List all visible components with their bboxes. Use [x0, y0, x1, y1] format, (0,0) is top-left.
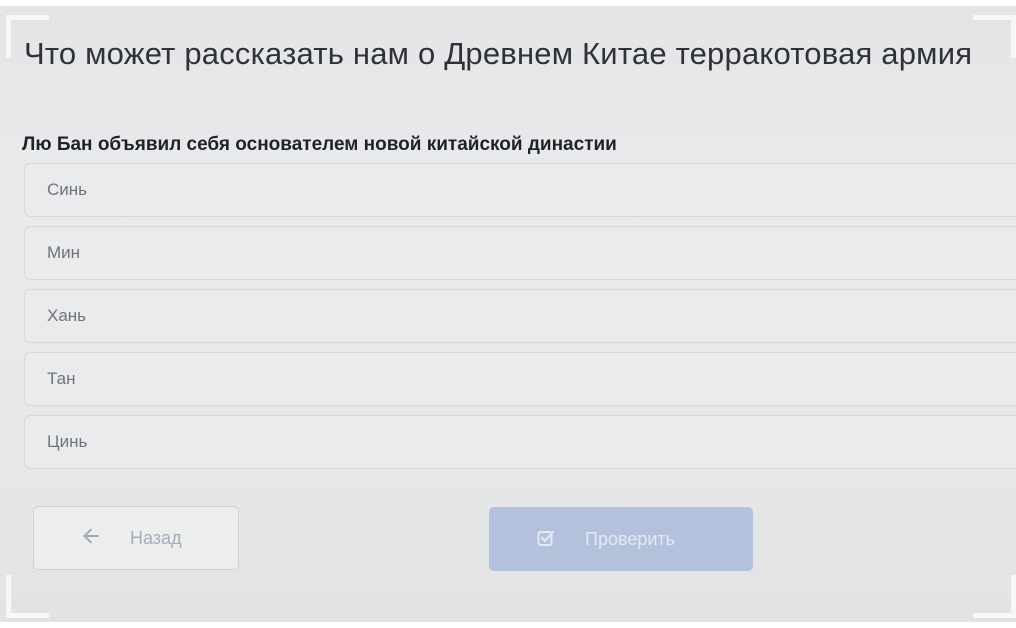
answer-option-3[interactable]: Хань	[24, 289, 1016, 343]
quiz-screen: Что может рассказать нам о Древнем Китае…	[0, 6, 1016, 622]
answer-option-5[interactable]: Цинь	[24, 415, 1016, 469]
check-button-label: Проверить	[585, 529, 676, 549]
answer-option-label: Цинь	[47, 432, 88, 451]
answer-options: Синь Мин Хань Тан Цинь	[24, 163, 1016, 478]
answer-option-label: Синь	[47, 180, 88, 199]
arrow-left-icon: 🡨	[82, 523, 100, 548]
page-title: Что может рассказать нам о Древнем Китае…	[24, 36, 973, 71]
answer-option-label: Тан	[47, 369, 76, 388]
check-button[interactable]: Проверить	[489, 507, 753, 571]
back-button-label: Назад	[130, 528, 182, 548]
answer-option-label: Мин	[47, 243, 81, 262]
question-text: Лю Бан объявил себя основателем новой ки…	[22, 134, 617, 155]
answer-option-4[interactable]: Тан	[24, 352, 1016, 406]
answer-option-2[interactable]: Мин	[24, 226, 1016, 280]
answer-option-label: Хань	[47, 306, 87, 325]
frame-corner-top-right	[973, 15, 1016, 58]
back-button[interactable]: 🡨 Назад	[33, 506, 239, 570]
answer-option-1[interactable]: Синь	[24, 163, 1016, 217]
checkbox-icon	[537, 530, 555, 546]
frame-corner-bottom-right	[973, 575, 1016, 618]
frame-corner-bottom-left	[6, 575, 49, 618]
